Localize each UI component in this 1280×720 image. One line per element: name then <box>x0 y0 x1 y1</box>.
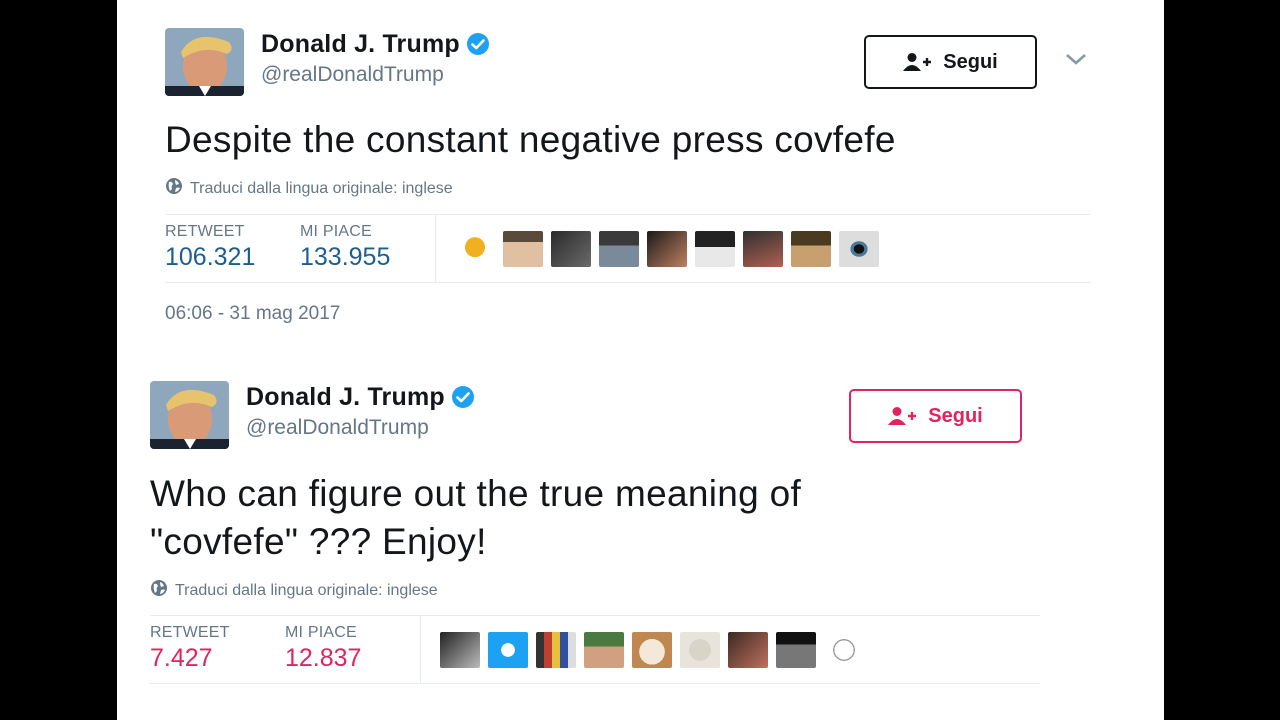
follow-button[interactable]: Segui <box>864 35 1037 89</box>
add-user-icon <box>888 407 917 425</box>
translate-label[interactable]: Traduci dalla lingua originale: inglese <box>190 180 453 198</box>
liker-avatar[interactable] <box>536 632 576 668</box>
liker-avatar[interactable] <box>680 632 720 668</box>
author-name[interactable]: Donald J. Trump <box>246 383 475 416</box>
translate-link[interactable]: Traduci dalla lingua originale: inglese <box>150 579 438 602</box>
chevron-down-icon[interactable] <box>1065 52 1087 71</box>
translate-link[interactable]: Traduci dalla lingua originale: inglese <box>165 177 453 200</box>
like-stat[interactable]: MI PIACE 133.955 <box>300 223 390 272</box>
tweet-text-line-2: "covfefe" ??? Enjoy! <box>150 521 487 562</box>
globe-icon <box>150 579 175 602</box>
translate-label[interactable]: Traduci dalla lingua originale: inglese <box>175 582 438 600</box>
liker-avatar[interactable] <box>440 632 480 668</box>
tweet-text: Despite the constant negative press covf… <box>165 119 896 160</box>
author-name-text[interactable]: Donald J. Trump <box>261 30 460 58</box>
liker-avatar[interactable] <box>824 632 864 668</box>
retweet-count: 106.321 <box>165 243 256 271</box>
tweet-stats: RETWEET 7.427 MI PIACE 12.837 <box>150 615 1040 684</box>
liker-avatar[interactable] <box>728 632 768 668</box>
liker-avatar[interactable] <box>455 231 495 267</box>
stats-divider <box>420 616 421 683</box>
verified-badge-icon <box>466 32 490 63</box>
author-handle[interactable]: @realDonaldTrump <box>261 63 444 87</box>
liker-avatar[interactable] <box>647 231 687 267</box>
retweet-count: 7.427 <box>150 644 213 672</box>
tweet-timestamp[interactable]: 06:06 - 31 mag 2017 <box>165 303 340 325</box>
retweet-label: RETWEET <box>165 223 245 240</box>
stats-divider <box>435 215 436 282</box>
retweet-label: RETWEET <box>150 624 230 641</box>
author-avatar[interactable] <box>150 381 229 449</box>
like-stat[interactable]: MI PIACE 12.837 <box>285 624 361 673</box>
liker-avatar[interactable] <box>488 632 528 668</box>
author-avatar[interactable] <box>165 28 244 96</box>
liker-avatar[interactable] <box>599 231 639 267</box>
like-count: 133.955 <box>300 243 391 271</box>
screenshot-panel: Donald J. Trump @realDonaldTrump Segui D… <box>117 0 1164 720</box>
author-handle[interactable]: @realDonaldTrump <box>246 416 429 440</box>
liker-avatar[interactable] <box>743 231 783 267</box>
liker-avatar[interactable] <box>632 632 672 668</box>
liker-avatar[interactable] <box>695 231 735 267</box>
follow-button-label: Segui <box>943 50 998 73</box>
tweet-text-line-1: Who can figure out the true meaning of <box>150 473 802 514</box>
tweet-stats: RETWEET 106.321 MI PIACE 133.955 <box>165 214 1091 283</box>
retweet-stat[interactable]: RETWEET 106.321 <box>165 223 255 272</box>
liker-avatar[interactable] <box>776 632 816 668</box>
like-label: MI PIACE <box>285 624 357 641</box>
verified-badge-icon <box>451 385 475 416</box>
like-label: MI PIACE <box>300 223 372 240</box>
author-name-text[interactable]: Donald J. Trump <box>246 383 445 411</box>
follow-button[interactable]: Segui <box>849 389 1022 443</box>
liker-avatar[interactable] <box>503 231 543 267</box>
follow-button-label: Segui <box>928 404 983 427</box>
like-count: 12.837 <box>285 644 362 672</box>
liker-avatar[interactable] <box>839 231 879 267</box>
author-name[interactable]: Donald J. Trump <box>261 30 490 63</box>
add-user-icon <box>903 53 932 71</box>
liker-avatars <box>455 231 879 267</box>
retweet-stat[interactable]: RETWEET 7.427 <box>150 624 230 673</box>
globe-icon <box>165 177 190 200</box>
liker-avatar[interactable] <box>791 231 831 267</box>
liker-avatars <box>440 632 864 668</box>
liker-avatar[interactable] <box>551 231 591 267</box>
liker-avatar[interactable] <box>584 632 624 668</box>
